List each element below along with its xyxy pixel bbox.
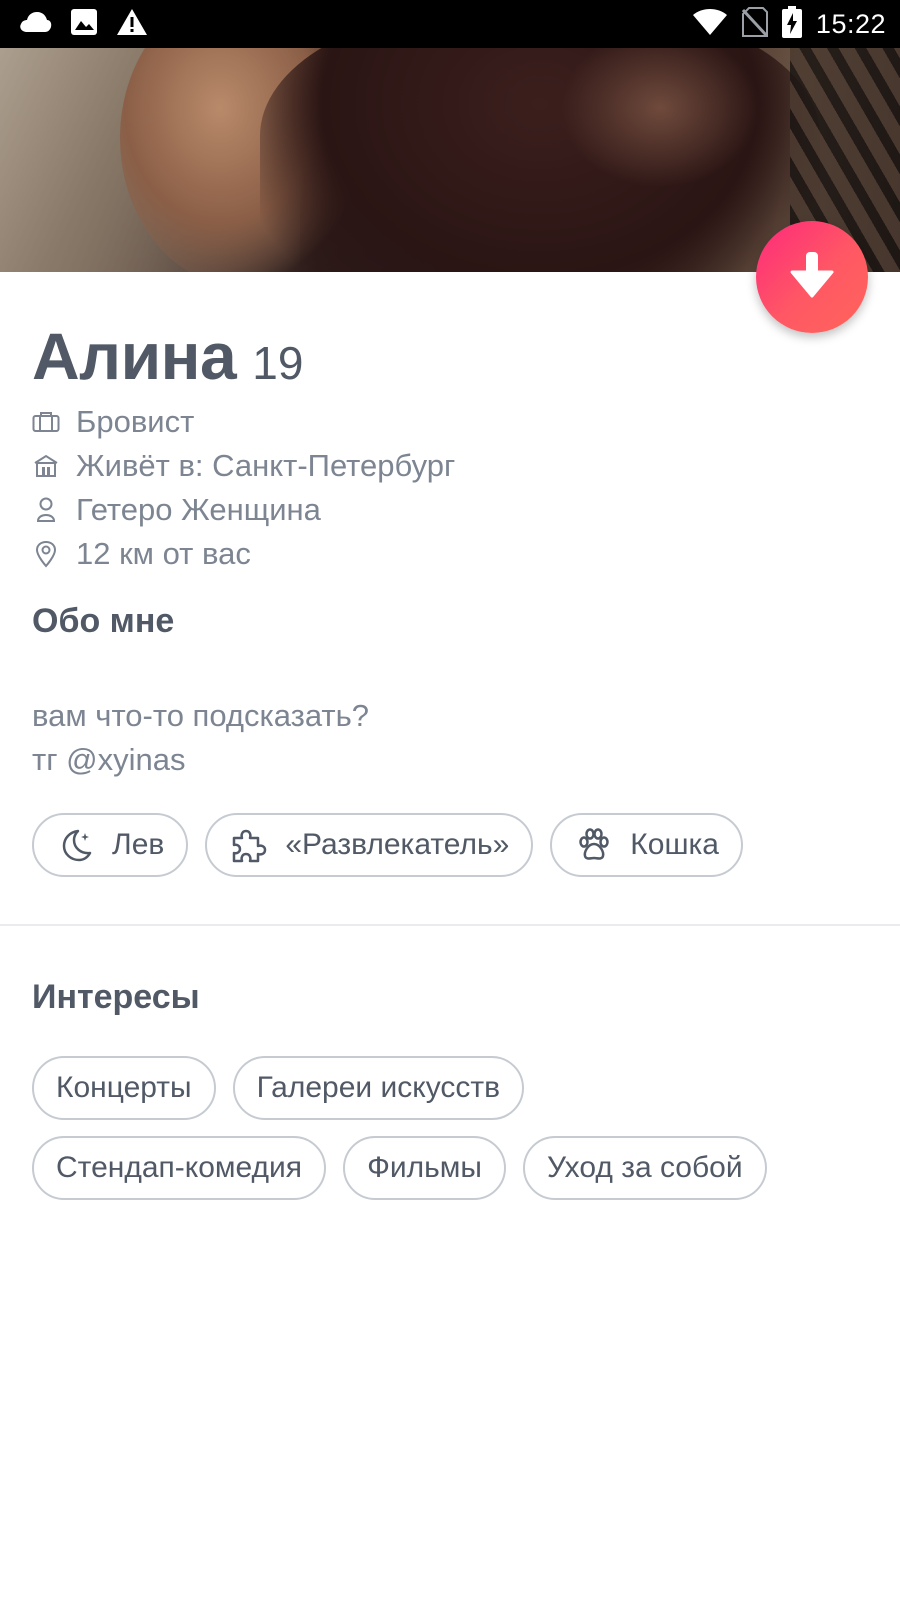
interests-row-2: Стендап-комедия Фильмы Уход за собой: [32, 1136, 767, 1200]
about-line: тг @xyinas: [32, 742, 186, 777]
detail-city: Живёт в: Санкт-Петербург: [32, 444, 455, 488]
puzzle-icon: [229, 825, 269, 865]
attribute-chips: Лев «Развлекатель» Кошка: [32, 813, 743, 877]
status-bar: 15:22: [0, 0, 900, 48]
interests-title: Интересы: [32, 978, 200, 1016]
interest-chip[interactable]: Галереи искусств: [232, 1056, 525, 1120]
interest-chip[interactable]: Фильмы: [343, 1136, 506, 1200]
detail-distance: 12 км от вас: [32, 532, 455, 576]
detail-orientation: Гетеро Женщина: [32, 488, 455, 532]
interest-chip[interactable]: Концерты: [32, 1056, 216, 1120]
about-title: Обо мне: [32, 602, 175, 640]
section-divider: [0, 924, 900, 926]
chip-zodiac[interactable]: Лев: [32, 813, 189, 877]
interest-chip[interactable]: Уход за собой: [522, 1136, 767, 1200]
location-pin-icon: [32, 540, 60, 568]
moon-icon: [56, 825, 96, 865]
paw-icon: [574, 825, 614, 865]
detail-job: Бровист: [32, 400, 455, 444]
warning-icon: [116, 8, 148, 41]
chip-personality[interactable]: «Развлекатель»: [205, 813, 534, 877]
cloud-icon: [18, 10, 52, 39]
about-line: вам что-то подсказать?: [32, 698, 369, 733]
about-text: вам что-то подсказать? тг @xyinas: [32, 694, 369, 782]
arrow-down-icon: [790, 250, 834, 305]
interests-row-1: Концерты Галереи искусств: [32, 1056, 525, 1120]
wifi-icon: [692, 8, 728, 41]
image-icon: [70, 8, 98, 41]
profile-photo[interactable]: [0, 48, 900, 272]
no-sim-icon: [741, 6, 769, 42]
home-icon: [32, 452, 60, 480]
profile-age: 19: [252, 337, 304, 389]
status-time: 15:22: [815, 8, 886, 39]
collapse-profile-button[interactable]: [756, 221, 868, 333]
profile-name: Алина: [32, 319, 237, 393]
battery-charging-icon: [781, 5, 802, 43]
profile-header: Алина 19: [32, 318, 304, 393]
chip-pet[interactable]: Кошка: [550, 813, 743, 877]
interest-chip[interactable]: Стендап-комедия: [32, 1136, 327, 1200]
profile-details: Бровист Живёт в: Санкт-Петербург Гетеро …: [32, 400, 455, 576]
person-icon: [32, 496, 60, 524]
briefcase-icon: [32, 408, 60, 436]
